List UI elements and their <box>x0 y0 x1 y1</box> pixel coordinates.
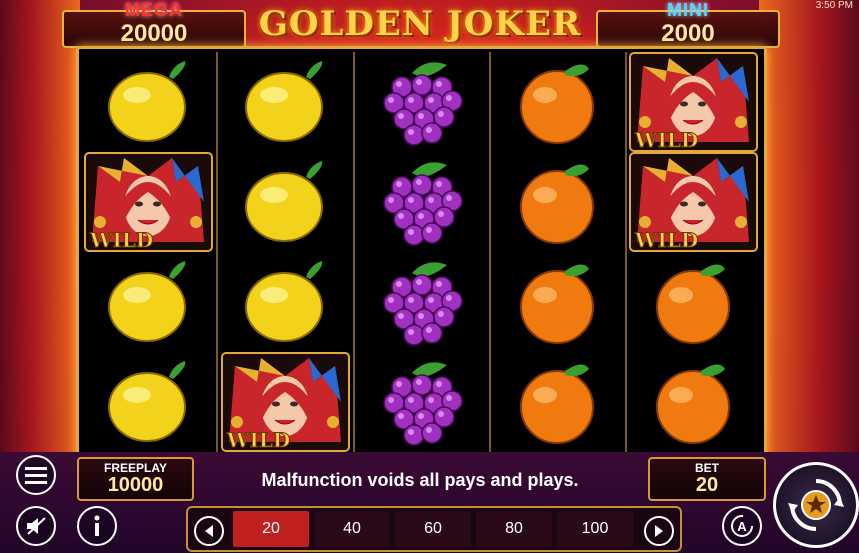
reel-3 <box>355 52 488 452</box>
bet-option-20[interactable]: 20 <box>233 511 309 547</box>
reel-1: WILD <box>82 52 215 452</box>
mega-jackpot-value: 20000 <box>120 20 188 47</box>
bet-next-button[interactable] <box>644 516 674 546</box>
lemon-symbol <box>219 152 352 252</box>
malfunction-message: Malfunction voids all pays and plays. <box>261 470 579 490</box>
mini-jackpot-label: MINI <box>667 0 709 20</box>
menu-button[interactable] <box>16 455 56 495</box>
mega-jackpot-label: MEGA <box>125 0 183 20</box>
bet-option-40[interactable]: 40 <box>314 511 390 547</box>
freeplay-value: 10000 <box>107 474 164 496</box>
freeplay-label: FREEPLAY <box>104 461 167 475</box>
bet-prev-button[interactable] <box>194 516 224 546</box>
svg-text:WILD: WILD <box>634 228 698 252</box>
mini-jackpot: MINI 2000 <box>596 0 780 48</box>
grapes-symbol <box>355 52 488 152</box>
orange-symbol <box>491 152 624 252</box>
autoplay-button[interactable]: A <box>722 506 762 546</box>
bet-selector: 20 40 60 80 100 <box>186 506 682 552</box>
wild-symbol: WILD <box>82 152 215 252</box>
lemon-symbol <box>82 52 215 152</box>
freeplay-panel: FREEPLAY 10000 <box>77 457 194 501</box>
bet-option-100[interactable]: 100 <box>557 511 633 547</box>
spin-button[interactable] <box>773 462 859 548</box>
game-title: GOLDEN JOKER 100 <box>258 4 582 84</box>
bet-panel: BET 20 <box>648 457 766 501</box>
arrow-left-icon <box>205 525 213 537</box>
arrow-right-icon <box>655 525 663 537</box>
bet-label: BET <box>695 461 719 475</box>
info-icon <box>94 515 100 536</box>
sound-button[interactable] <box>16 506 56 546</box>
reel-5: WILD WILD <box>627 52 760 452</box>
bet-option-60[interactable]: 60 <box>395 511 471 547</box>
orange-symbol <box>491 52 624 152</box>
lemon-symbol <box>82 352 215 452</box>
info-button[interactable] <box>77 506 117 546</box>
orange-symbol <box>627 352 760 452</box>
bet-value: 20 <box>695 474 719 496</box>
wild-symbol: WILD <box>219 352 352 452</box>
grapes-symbol <box>355 152 488 252</box>
autoplay-icon: A <box>731 515 753 537</box>
orange-symbol <box>491 352 624 452</box>
menu-icon <box>25 467 47 484</box>
svg-text:A: A <box>737 519 747 534</box>
spin-icon <box>788 479 844 531</box>
lemon-symbol <box>82 252 215 352</box>
wild-symbol: WILD <box>627 152 760 252</box>
reel-divider <box>216 52 218 452</box>
mini-jackpot-value: 2000 <box>661 20 715 47</box>
grapes-symbol <box>355 252 488 352</box>
wild-symbol: WILD <box>627 52 760 152</box>
svg-text:WILD: WILD <box>226 428 290 452</box>
reel-4 <box>491 52 624 452</box>
lemon-symbol <box>219 252 352 352</box>
reel-2: WILD <box>219 52 352 452</box>
orange-symbol <box>491 252 624 352</box>
svg-text:WILD: WILD <box>634 128 698 152</box>
sound-off-icon <box>27 517 46 535</box>
orange-symbol <box>627 252 760 352</box>
mega-jackpot: MEGA 20000 <box>62 0 246 48</box>
clock: 3:50 PM <box>815 0 853 11</box>
bet-option-80[interactable]: 80 <box>476 511 552 547</box>
svg-text:WILD: WILD <box>89 228 153 252</box>
lemon-symbol <box>219 52 352 152</box>
grapes-symbol <box>355 352 488 452</box>
reel-frame: WILD WILD WILD WILD <box>76 46 767 458</box>
